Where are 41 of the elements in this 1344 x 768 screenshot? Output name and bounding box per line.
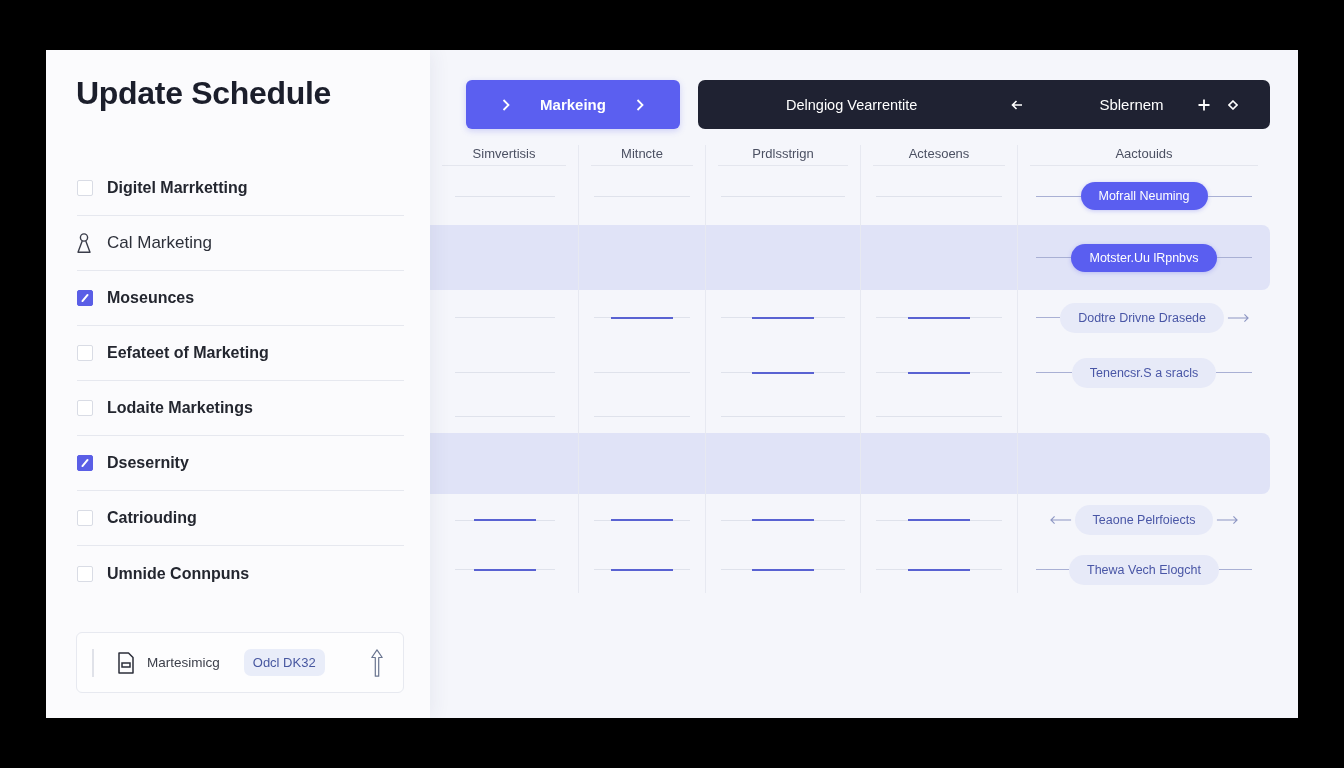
table-row[interactable]: Dodtre Drivne Drasede xyxy=(430,290,1270,345)
status-tag[interactable]: Teaone Pelrfoiects xyxy=(1074,505,1214,535)
toolbar-label[interactable]: Sblernem xyxy=(1099,96,1164,113)
checkbox[interactable] xyxy=(77,455,93,471)
status-tag[interactable]: Thewa Vech Elogcht xyxy=(1069,554,1219,585)
item-label: Moseunces xyxy=(107,289,195,307)
status-tag[interactable]: Dodtre Drivne Drasede xyxy=(1060,302,1224,333)
plus-icon[interactable] xyxy=(1197,98,1210,111)
primary-button[interactable]: Markeing xyxy=(466,80,680,129)
column-header: Simvertisis xyxy=(472,145,536,162)
checkbox[interactable] xyxy=(77,290,93,306)
table-row[interactable] xyxy=(430,433,1270,494)
table-row[interactable]: Thewa Vech Elogcht xyxy=(430,546,1270,593)
file-tag: Odcl DK32 xyxy=(243,649,325,676)
table-row[interactable]: Motster.Uu lRpnbvs xyxy=(430,225,1270,290)
toolbar-title: Delngiog Vearrentite xyxy=(786,96,918,113)
item-label: Cal Marketing xyxy=(107,233,212,253)
status-tag[interactable]: Tenencsr.S a sracls xyxy=(1071,357,1217,388)
item-label: Dsesernity xyxy=(107,454,189,472)
person-icon xyxy=(77,233,91,253)
column-header: Prdlsstrign xyxy=(752,145,814,162)
arrow-left-icon[interactable] xyxy=(1011,99,1024,110)
column-header: Actesoens xyxy=(908,145,970,162)
sidebar-title: Update Schedule xyxy=(76,74,332,113)
table-row[interactable]: Tenencsr.S a sracls xyxy=(430,345,1270,400)
diamond-icon[interactable] xyxy=(1227,99,1238,110)
item-label: Eefateet of Marketing xyxy=(107,344,269,362)
column-header: Mitncte xyxy=(621,145,663,162)
item-label: Lodaite Marketings xyxy=(107,399,253,417)
arrow-up-icon[interactable] xyxy=(371,648,383,677)
document-icon xyxy=(118,651,134,674)
column-header: Aactouids xyxy=(1115,145,1173,162)
file-name: Martesimicg xyxy=(147,655,220,670)
item-label: Digitel Marrketting xyxy=(107,179,248,197)
status-tag[interactable]: Motster.Uu lRpnbvs xyxy=(1071,243,1217,272)
item-label: Catriouding xyxy=(107,509,197,527)
chevron-right-icon xyxy=(502,98,511,111)
chevron-right-icon xyxy=(635,98,644,111)
table-row[interactable]: Teaone Pelrfoiects xyxy=(430,494,1270,546)
item-label: Umnide Connpuns xyxy=(107,564,250,583)
status-tag[interactable]: Mofrall Neuming xyxy=(1080,182,1208,210)
